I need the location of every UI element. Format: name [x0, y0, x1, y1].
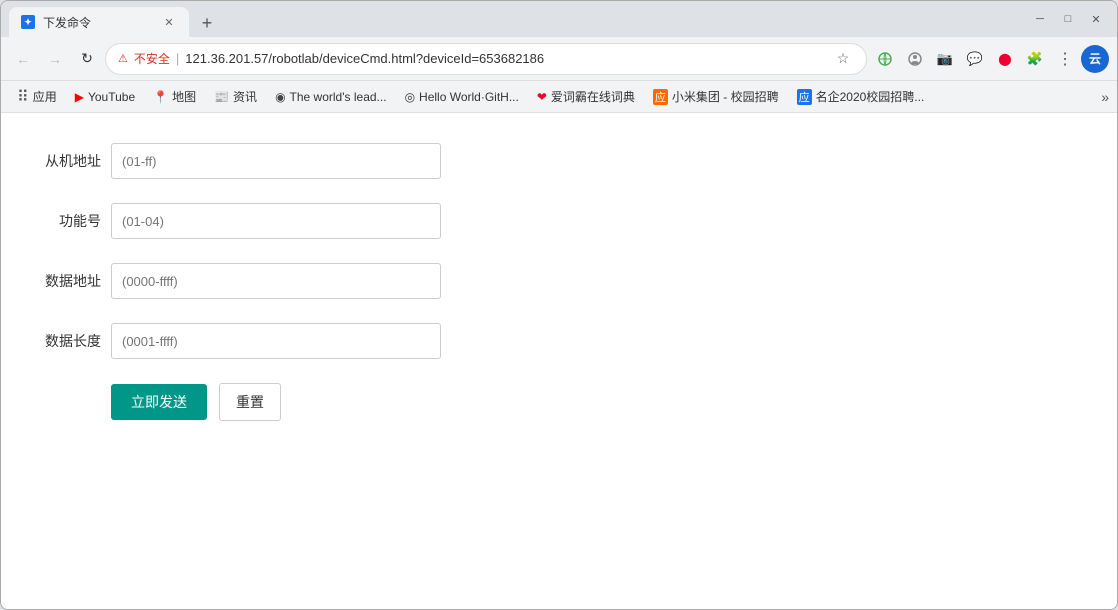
function-code-label: 功能号: [41, 211, 111, 231]
dict-icon: ❤: [537, 90, 547, 104]
apps-label: 应用: [33, 88, 57, 105]
bookmark-apps[interactable]: ⠿ 应用: [9, 84, 65, 110]
bookmarks-bar: ⠿ 应用 ▶ YouTube 📍 地图 📰 资讯 ◉ The world's l…: [1, 81, 1117, 113]
bookmarks-more-button[interactable]: »: [1101, 89, 1109, 105]
bookmark-jobs[interactable]: 应 名企2020校园招聘...: [789, 85, 933, 108]
function-code-input[interactable]: [111, 203, 441, 239]
camera-icon[interactable]: 📷: [931, 45, 959, 73]
new-tab-button[interactable]: +: [193, 9, 221, 37]
minimize-button[interactable]: ─: [1027, 6, 1053, 32]
bookmark-news[interactable]: 📰 资讯: [206, 85, 265, 108]
bookmark-star-icon[interactable]: ☆: [832, 48, 854, 70]
extensions-icon[interactable]: [871, 45, 899, 73]
data-address-input[interactable]: [111, 263, 441, 299]
bookmark-xiaomi[interactable]: 应 小米集团 - 校园招聘: [645, 85, 787, 108]
menu-icon[interactable]: ⋮: [1051, 45, 1079, 73]
bookmark-maps[interactable]: 📍 地图: [145, 85, 204, 108]
maps-icon: 📍: [153, 90, 168, 104]
data-length-input[interactable]: [111, 323, 441, 359]
theworld-icon: ◉: [275, 90, 285, 104]
bookmark-youtube-label: YouTube: [88, 90, 135, 104]
data-length-row: 数据长度: [41, 323, 441, 359]
back-button[interactable]: ←: [9, 45, 37, 73]
tab-title: 下发命令: [43, 14, 153, 31]
button-row: 立即发送 重置: [111, 383, 441, 421]
bookmark-dict[interactable]: ❤ 爱词霸在线词典: [529, 85, 643, 108]
lastpass-icon[interactable]: ⬤: [991, 45, 1019, 73]
browser-toolbar: ← → ↻ ⚠ 不安全 | 121.36.201.57/robotlab/dev…: [1, 37, 1117, 81]
slave-address-label: 从机地址: [41, 151, 111, 171]
apps-grid-icon: ⠿: [17, 87, 29, 107]
page-content: 从机地址 功能号 数据地址 数据长度 立即发送 重置: [1, 113, 1117, 609]
bookmark-theworld-label: The world's lead...: [290, 90, 387, 104]
browser-window: ✦ 下发命令 ✕ + ─ □ ✕ ← → ↻ ⚠ 不安全 | 121.36.20…: [0, 0, 1118, 610]
jobs-icon: 应: [797, 89, 812, 105]
bookmark-github[interactable]: ◎ Hello World·GitH...: [397, 87, 527, 107]
tab-area: ✦ 下发命令 ✕ +: [9, 1, 1027, 37]
active-tab[interactable]: ✦ 下发命令 ✕: [9, 7, 189, 37]
refresh-button[interactable]: ↻: [73, 45, 101, 73]
data-address-label: 数据地址: [41, 271, 111, 291]
toolbar-right: 📷 💬 ⬤ 🧩 ⋮ 云: [871, 45, 1109, 73]
bookmark-youtube[interactable]: ▶ YouTube: [67, 87, 143, 107]
maximize-button[interactable]: □: [1055, 6, 1081, 32]
address-bar[interactable]: ⚠ 不安全 | 121.36.201.57/robotlab/deviceCmd…: [105, 43, 867, 75]
function-code-row: 功能号: [41, 203, 441, 239]
url-text[interactable]: 121.36.201.57/robotlab/deviceCmd.html?de…: [185, 51, 826, 66]
bookmark-xiaomi-label: 小米集团 - 校园招聘: [672, 88, 779, 105]
slave-address-row: 从机地址: [41, 143, 441, 179]
bookmark-jobs-label: 名企2020校园招聘...: [816, 88, 925, 105]
github-icon: ◎: [405, 90, 415, 104]
slave-address-input[interactable]: [111, 143, 441, 179]
window-controls: ─ □ ✕: [1027, 6, 1109, 32]
security-warning-icon: ⚠: [118, 52, 128, 65]
data-address-row: 数据地址: [41, 263, 441, 299]
form-container: 从机地址 功能号 数据地址 数据长度 立即发送 重置: [41, 143, 441, 421]
bookmark-theworld[interactable]: ◉ The world's lead...: [267, 87, 395, 107]
account-icon[interactable]: [901, 45, 929, 73]
address-separator: |: [176, 51, 179, 66]
address-actions: ☆: [832, 48, 854, 70]
close-button[interactable]: ✕: [1083, 6, 1109, 32]
news-icon: 📰: [214, 90, 229, 104]
reset-button[interactable]: 重置: [219, 383, 281, 421]
discord-icon[interactable]: 💬: [961, 45, 989, 73]
profile-button[interactable]: 云: [1081, 45, 1109, 73]
title-bar: ✦ 下发命令 ✕ + ─ □ ✕: [1, 1, 1117, 37]
data-length-label: 数据长度: [41, 331, 111, 351]
submit-button[interactable]: 立即发送: [111, 384, 207, 420]
xiaomi-icon: 应: [653, 89, 668, 105]
bookmark-github-label: Hello World·GitH...: [419, 90, 519, 104]
tab-close-button[interactable]: ✕: [161, 14, 177, 30]
bookmark-dict-label: 爱词霸在线词典: [551, 88, 635, 105]
bookmark-maps-label: 地图: [172, 88, 196, 105]
security-label: 不安全: [134, 50, 170, 67]
forward-button[interactable]: →: [41, 45, 69, 73]
tab-favicon: ✦: [21, 15, 35, 29]
extensions-puzzle-icon[interactable]: 🧩: [1021, 45, 1049, 73]
youtube-icon: ▶: [75, 90, 84, 104]
bookmark-news-label: 资讯: [233, 88, 257, 105]
